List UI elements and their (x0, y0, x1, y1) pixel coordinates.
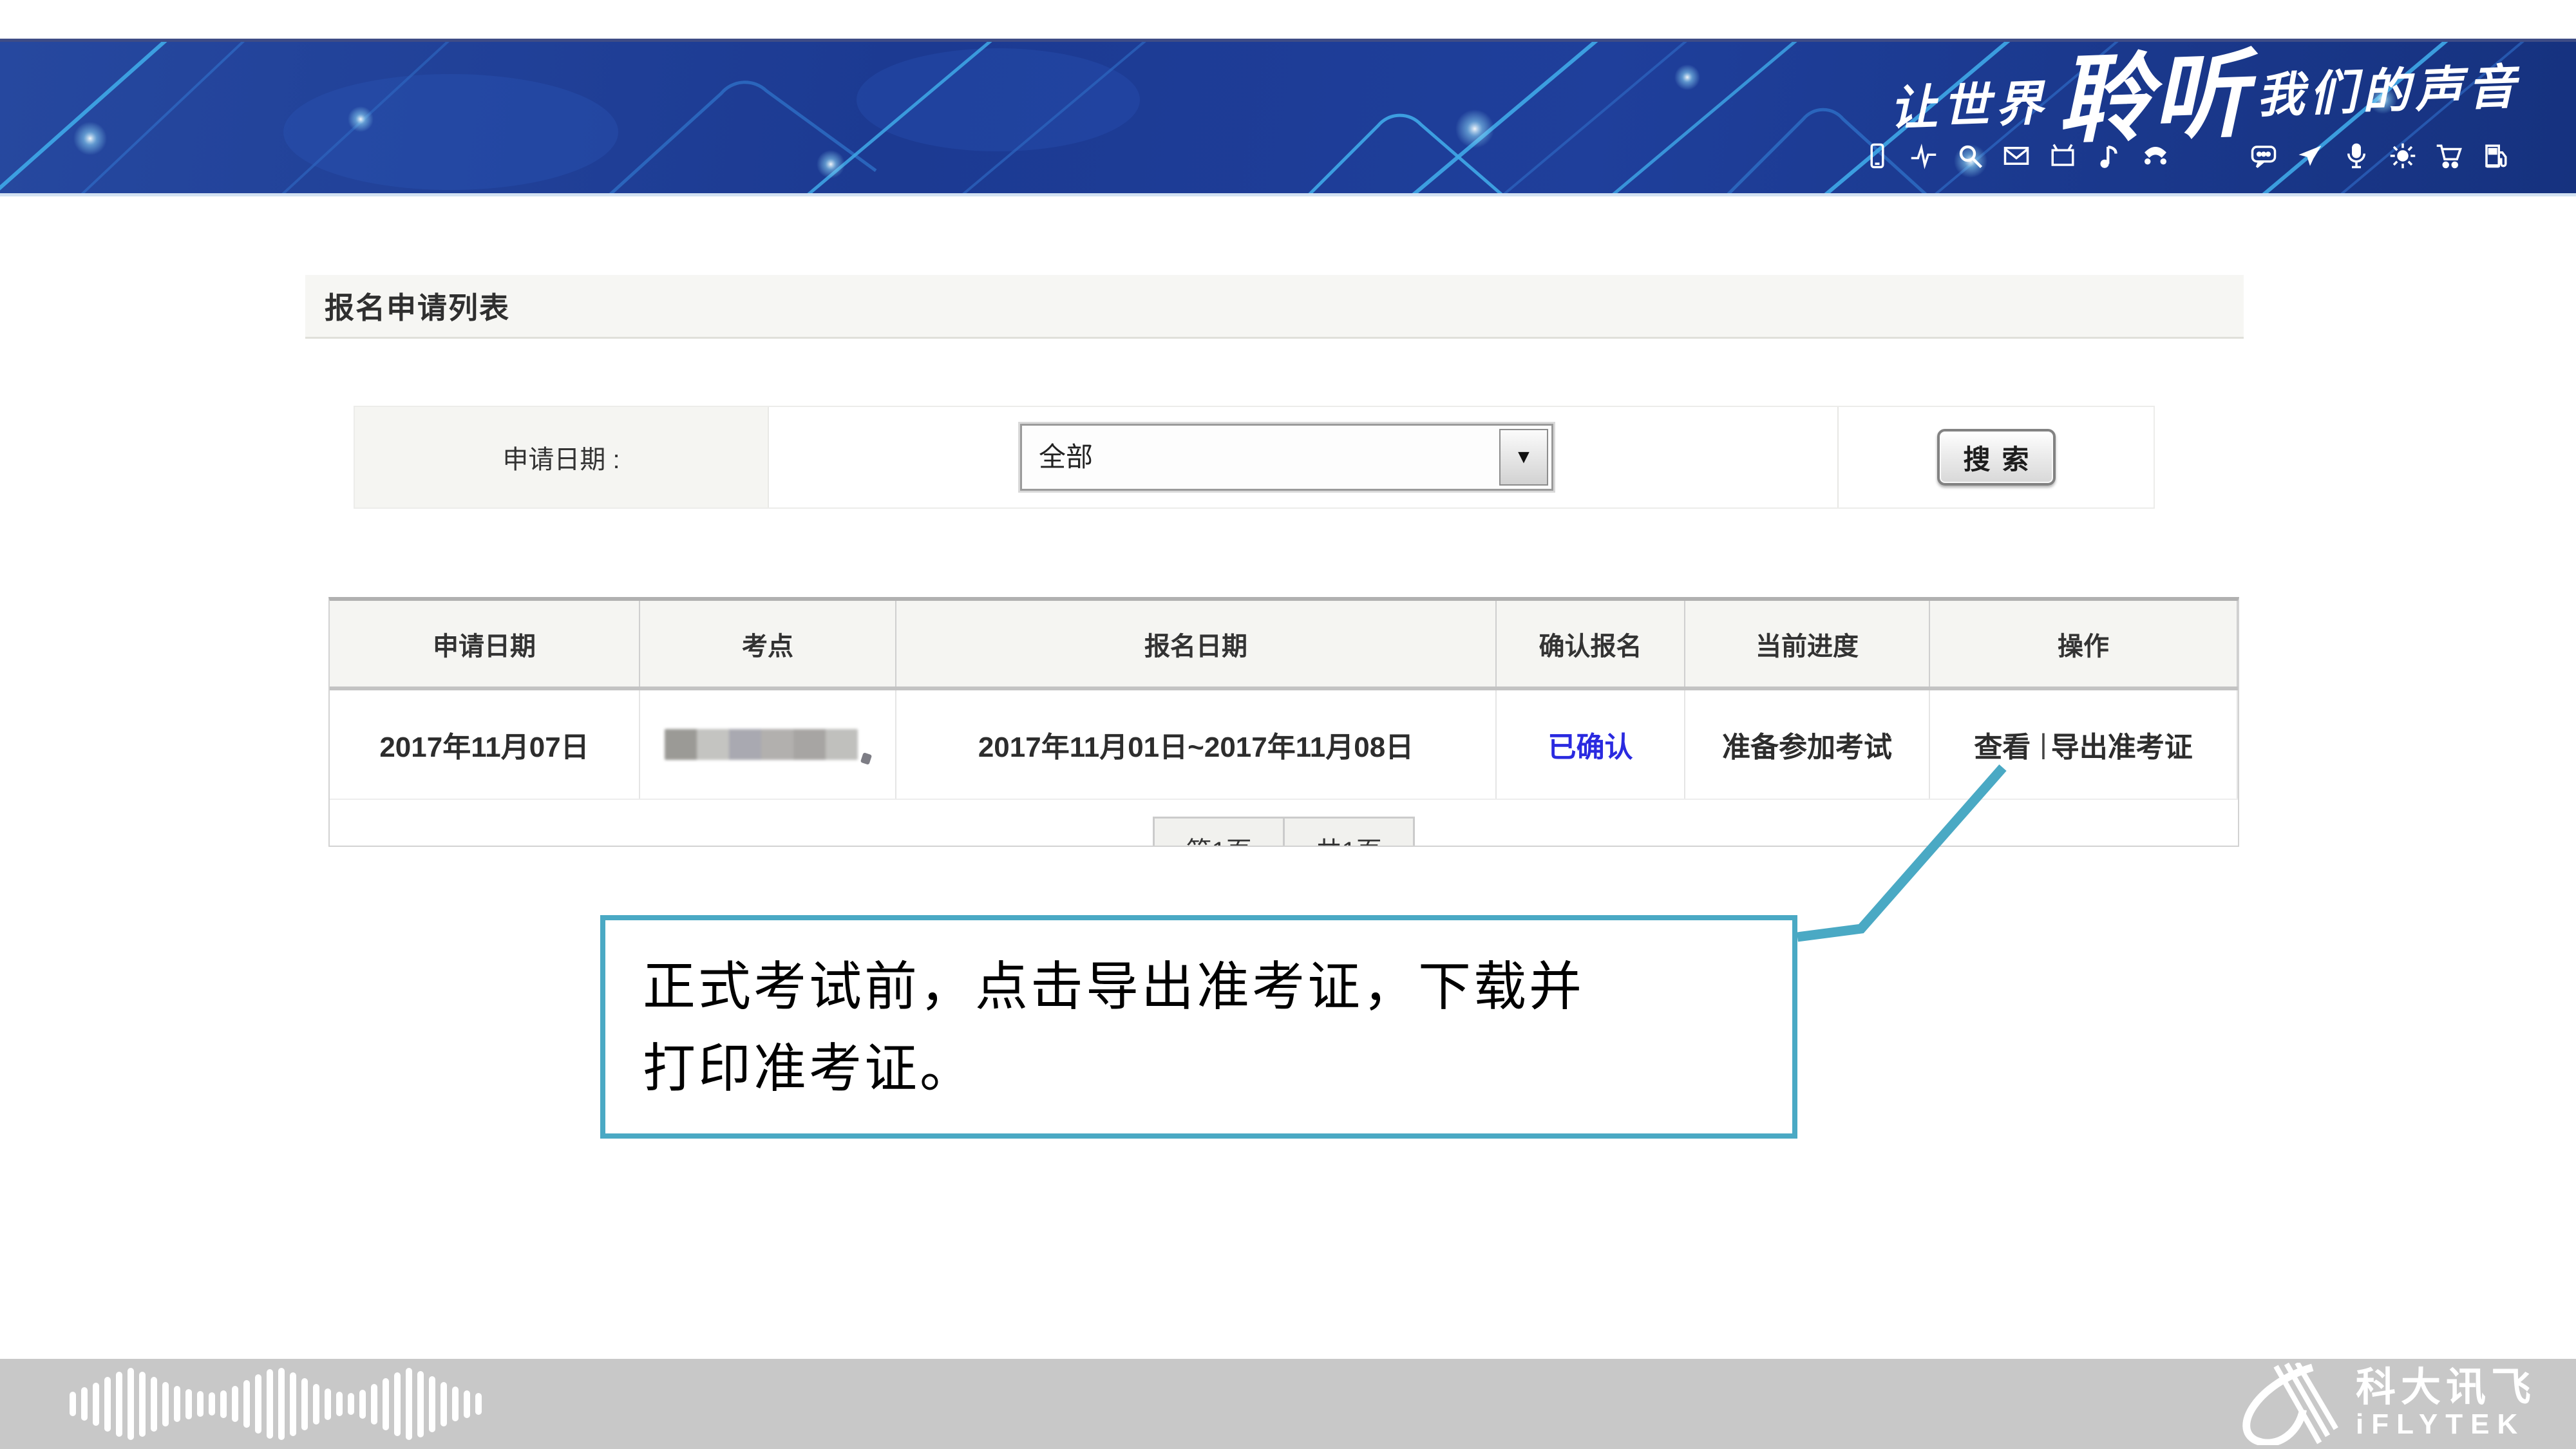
tv-icon (2049, 142, 2076, 169)
filter-button-cell: 搜索 (1837, 407, 2154, 507)
page-title: 报名申请列表 (325, 285, 510, 327)
callout-connector-line (1784, 760, 2022, 953)
fuel-icon (2482, 142, 2509, 169)
select-dropdown-button[interactable]: ▼ (1499, 429, 1548, 486)
chevron-down-icon: ▼ (1514, 446, 1533, 468)
cell-confirm-status: 已确认 (1497, 690, 1685, 799)
cell-reg-period: 2017年11月01日~2017年11月08日 (896, 690, 1497, 799)
phone-icon (1864, 142, 1891, 169)
action-separator: | (2040, 728, 2047, 761)
apply-date-label: 申请日期 : (355, 407, 769, 507)
cart-icon (2436, 142, 2463, 169)
search-icon (1956, 142, 1984, 169)
banner-icon-row (1864, 142, 2509, 169)
brand-name-english: iFLYTEK (2356, 1408, 2536, 1441)
pagination-total-pages: 共1页 (1283, 817, 1415, 847)
callout-text: 正式考试前，点击导出准考证，下载并打印准考证。 (643, 946, 1628, 1110)
apply-date-select[interactable]: 全部 ▼ (1020, 424, 1553, 491)
voice-waveform-logo (70, 1359, 482, 1449)
panel-title-bar: 报名申请列表 (305, 275, 2244, 339)
filter-bar: 申请日期 : 全部 ▼ 搜索 (354, 406, 2155, 509)
page: 让世界 聆听 我们的声音 报名申请列表 申请日期 : 全部 (0, 0, 2576, 1449)
export-admission-ticket-link[interactable]: 导出准考证 (2051, 724, 2193, 765)
table-header-row: 申请日期 考点 报名日期 确认报名 当前进度 操作 (330, 601, 2238, 690)
brand-name-chinese: 科大讯飞 (2356, 1367, 2536, 1408)
slogan-part2: 聆听 (2056, 48, 2249, 150)
apply-date-select-value: 全部 (1039, 426, 1093, 489)
music-icon (2096, 142, 2123, 169)
filter-select-cell: 全部 ▼ (769, 407, 1837, 507)
header-actions: 操作 (1930, 601, 2238, 687)
view-link[interactable]: 查看 (1974, 724, 2031, 765)
header-exam-site: 考点 (640, 601, 896, 687)
pulse-icon (1910, 142, 1937, 169)
mail-icon (2003, 142, 2030, 169)
cell-exam-site (640, 690, 896, 799)
iflytek-brand-names: 科大讯飞 iFLYTEK (2356, 1367, 2536, 1441)
header-progress: 当前进度 (1685, 601, 1930, 687)
cell-apply-date: 2017年11月07日 (330, 690, 640, 799)
top-banner: 让世界 聆听 我们的声音 (0, 39, 2576, 196)
footer-bar: 科大讯飞 iFLYTEK (0, 1359, 2576, 1449)
chat-icon (2250, 142, 2277, 169)
header-reg-period: 报名日期 (896, 601, 1497, 687)
confirmed-link[interactable]: 已确认 (1548, 724, 1633, 765)
sun-icon (2389, 142, 2416, 169)
search-button[interactable]: 搜索 (1937, 429, 2056, 486)
header-apply-date: 申请日期 (330, 601, 640, 687)
exam-site-redacted-mark (860, 752, 872, 765)
mic-icon (2343, 142, 2370, 169)
slogan-part3: 我们的声音 (2255, 48, 2522, 143)
callout-box: 正式考试前，点击导出准考证，下载并打印准考证。 (600, 915, 1797, 1139)
handset-icon (2142, 142, 2169, 169)
iflytek-brand: 科大讯飞 iFLYTEK (2222, 1359, 2536, 1449)
exam-site-redacted-block (665, 729, 858, 760)
iflytek-logo-icon (2222, 1363, 2344, 1445)
plane-icon (2297, 142, 2324, 169)
header-confirm: 确认报名 (1497, 601, 1685, 687)
pagination-current-page[interactable]: 第1页 (1153, 817, 1285, 847)
